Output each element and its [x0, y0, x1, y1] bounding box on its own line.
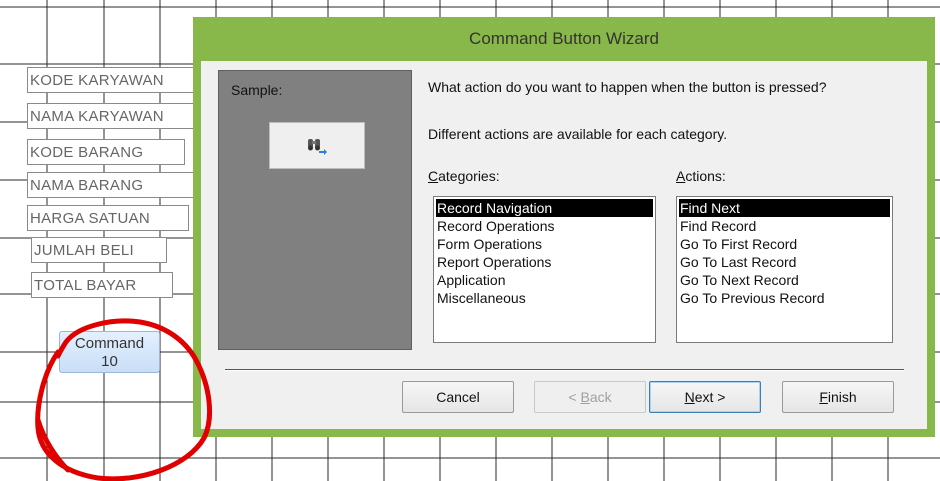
field-label-kode-barang[interactable]: KODE BARANG [27, 139, 185, 165]
sample-label: Sample: [231, 82, 283, 98]
back-button-rest: ack [589, 389, 612, 405]
field-label-jumlah-beli[interactable]: JUMLAH BELI [31, 237, 167, 263]
back-button-prefix: < [568, 389, 581, 405]
actions-label: Actions: [676, 168, 726, 184]
action-item-go-to-first-record[interactable]: Go To First Record [679, 235, 890, 253]
category-item-form-operations[interactable]: Form Operations [436, 235, 653, 253]
next-button-mnemonic: N [684, 389, 695, 405]
action-item-find-next[interactable]: Find Next [679, 199, 890, 217]
wizard-info-text: Different actions are available for each… [428, 126, 728, 142]
wizard-divider [225, 369, 904, 371]
action-item-go-to-last-record[interactable]: Go To Last Record [679, 253, 890, 271]
binoculars-find-next-icon [308, 138, 327, 155]
action-item-find-record[interactable]: Find Record [679, 217, 890, 235]
category-item-record-navigation[interactable]: Record Navigation [436, 199, 653, 217]
sample-panel: Sample: [218, 70, 412, 350]
action-item-go-to-next-record[interactable]: Go To Next Record [679, 271, 890, 289]
cancel-button[interactable]: Cancel [402, 381, 514, 413]
command-button-10[interactable]: Command 10 [59, 331, 160, 373]
category-item-miscellaneous[interactable]: Miscellaneous [436, 289, 653, 307]
sample-button-preview [269, 122, 365, 169]
back-button[interactable]: < Back [534, 381, 646, 413]
actions-label-mnemonic: A [676, 168, 686, 184]
category-item-record-operations[interactable]: Record Operations [436, 217, 653, 235]
categories-label-mnemonic: C [428, 168, 439, 184]
finish-button-rest: inish [827, 389, 857, 405]
next-button-rest: ext > [694, 389, 726, 405]
categories-listbox[interactable]: Record Navigation Record Operations Form… [433, 196, 656, 343]
command-button-wizard-dialog: Command Button Wizard Sample: What actio… [193, 17, 935, 437]
field-label-total-bayar[interactable]: TOTAL BAYAR [31, 272, 173, 298]
field-label-nama-karyawan[interactable]: NAMA KARYAWAN [27, 103, 207, 129]
wizard-question: What action do you want to happen when t… [428, 79, 827, 95]
categories-label-rest: ategories: [438, 168, 500, 184]
wizard-title: Command Button Wizard [469, 29, 659, 48]
finish-button[interactable]: Finish [782, 381, 894, 413]
wizard-body: Sample: What action do you want to happe… [201, 61, 927, 429]
command-button-number: 10 [101, 353, 118, 370]
back-button-mnemonic: B [580, 389, 590, 405]
finish-button-mnemonic: F [819, 389, 828, 405]
next-button[interactable]: Next > [649, 381, 761, 413]
category-item-report-operations[interactable]: Report Operations [436, 253, 653, 271]
command-button-label: Command [74, 335, 145, 352]
categories-label: Categories: [428, 168, 500, 184]
field-label-nama-barang[interactable]: NAMA BARANG [27, 172, 194, 198]
category-item-application[interactable]: Application [436, 271, 653, 289]
action-item-go-to-previous-record[interactable]: Go To Previous Record [679, 289, 890, 307]
field-label-harga-satuan[interactable]: HARGA SATUAN [27, 205, 189, 231]
field-label-kode-karyawan[interactable]: KODE KARYAWAN [27, 67, 203, 93]
actions-label-rest: ctions: [685, 168, 726, 184]
actions-listbox[interactable]: Find Next Find Record Go To First Record… [676, 196, 893, 343]
